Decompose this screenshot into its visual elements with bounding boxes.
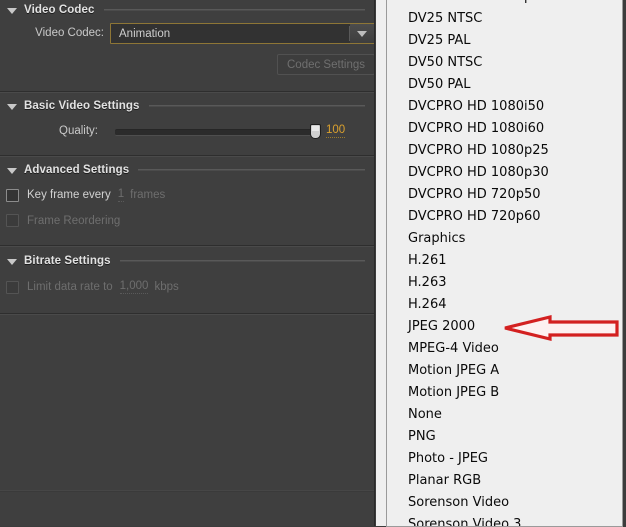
section-title-advanced: Advanced Settings	[24, 164, 130, 176]
section-title-basic-video: Basic Video Settings	[24, 100, 140, 112]
export-settings-screen: Video Codec Video Codec: Animation Codec…	[0, 0, 626, 527]
key-frame-every-row[interactable]: Key frame every 1 frames	[6, 188, 165, 202]
key-frame-every-label: Key frame every	[27, 189, 111, 201]
codec-option[interactable]: DVCPRO HD 1080p25	[387, 140, 622, 162]
codec-option[interactable]: Graphics	[387, 228, 622, 250]
codec-option[interactable]: MPEG-4 Video	[387, 338, 622, 360]
codec-option[interactable]: Sorenson Video 3	[387, 514, 622, 526]
key-frame-every-checkbox[interactable]	[6, 188, 19, 202]
codec-option[interactable]: PNG	[387, 426, 622, 448]
codec-option-list: DVCPRO HD 1080p30DV25 NTSCDV25 PALDV50 N…	[387, 0, 622, 526]
quality-value[interactable]: 100	[326, 124, 346, 138]
panel-divider	[0, 245, 374, 247]
section-header-advanced[interactable]: Advanced Settings	[0, 160, 374, 180]
quality-slider-thumb[interactable]	[310, 124, 321, 139]
codec-option[interactable]: DVCPRO HD 720p50	[387, 184, 622, 206]
codec-option[interactable]: Motion JPEG B	[387, 382, 622, 404]
video-codec-select[interactable]: Animation	[110, 23, 374, 44]
section-rule	[119, 260, 365, 262]
limit-data-rate-checkbox[interactable]	[6, 280, 19, 294]
panel-divider	[0, 490, 374, 492]
codec-option[interactable]: Sorenson Video	[387, 492, 622, 514]
codec-option[interactable]: None	[387, 404, 622, 426]
video-settings-panel: Video Codec Video Codec: Animation Codec…	[0, 0, 375, 526]
section-rule	[148, 105, 365, 107]
video-codec-field-label: Video Codec:	[35, 27, 104, 39]
codec-option[interactable]: Photo - JPEG	[387, 448, 622, 470]
section-rule	[103, 9, 365, 11]
codec-option[interactable]: Motion JPEG A	[387, 360, 622, 382]
key-frame-every-value[interactable]: 1	[117, 188, 125, 202]
codec-option[interactable]: DVCPRO HD 720p60	[387, 206, 622, 228]
frame-reordering-label: Frame Reordering	[27, 214, 121, 227]
codec-option[interactable]: DV50 PAL	[387, 74, 622, 96]
video-codec-dropdown-button[interactable]	[350, 24, 374, 43]
dropdown-backdrop	[376, 0, 386, 526]
disclosure-triangle-icon[interactable]	[7, 258, 17, 265]
codec-option[interactable]: H.263	[387, 272, 622, 294]
panel-divider	[0, 155, 374, 157]
video-codec-options-list[interactable]: DVCPRO HD 1080p30DV25 NTSCDV25 PALDV50 N…	[386, 0, 623, 527]
section-title-bitrate: Bitrate Settings	[24, 255, 111, 267]
quality-slider-track[interactable]	[115, 129, 318, 136]
codec-option[interactable]: DV50 NTSC	[387, 52, 622, 74]
video-codec-selected-value: Animation	[119, 27, 171, 40]
panel-divider	[0, 313, 374, 315]
disclosure-triangle-icon[interactable]	[7, 167, 17, 174]
frame-reordering-checkbox[interactable]	[6, 214, 19, 227]
codec-option[interactable]: DV25 PAL	[387, 30, 622, 52]
limit-data-rate-label: Limit data rate to	[27, 281, 113, 293]
codec-option[interactable]: DVCPRO HD 1080p30	[387, 162, 622, 184]
limit-data-rate-unit: kbps	[154, 281, 179, 293]
section-header-basic-video[interactable]: Basic Video Settings	[0, 96, 374, 116]
codec-option[interactable]: DV25 NTSC	[387, 8, 622, 30]
codec-settings-button[interactable]: Codec Settings	[277, 54, 374, 75]
codec-option[interactable]: H.264	[387, 294, 622, 316]
codec-option[interactable]: H.261	[387, 250, 622, 272]
disclosure-triangle-icon[interactable]	[7, 7, 17, 14]
frame-reordering-row[interactable]: Frame Reordering	[6, 214, 120, 227]
section-title-video-codec: Video Codec	[24, 4, 95, 16]
codec-option[interactable]: JPEG 2000	[387, 316, 622, 338]
codec-option[interactable]: DVCPRO HD 1080i50	[387, 96, 622, 118]
section-header-bitrate[interactable]: Bitrate Settings	[0, 251, 374, 271]
section-header-video-codec[interactable]: Video Codec	[0, 0, 374, 20]
section-rule	[138, 169, 365, 171]
limit-data-rate-row[interactable]: Limit data rate to 1,000 kbps	[6, 280, 179, 294]
codec-option[interactable]: Planar RGB	[387, 470, 622, 492]
key-frame-every-unit: frames	[130, 189, 166, 201]
chevron-down-icon	[357, 30, 367, 37]
quality-label: Quality:	[59, 125, 98, 137]
panel-divider	[0, 91, 374, 93]
disclosure-triangle-icon[interactable]	[7, 103, 17, 110]
codec-option[interactable]: DVCPRO HD 1080p30	[387, 0, 622, 8]
codec-option[interactable]: DVCPRO HD 1080i60	[387, 118, 622, 140]
limit-data-rate-value[interactable]: 1,000	[119, 280, 149, 294]
